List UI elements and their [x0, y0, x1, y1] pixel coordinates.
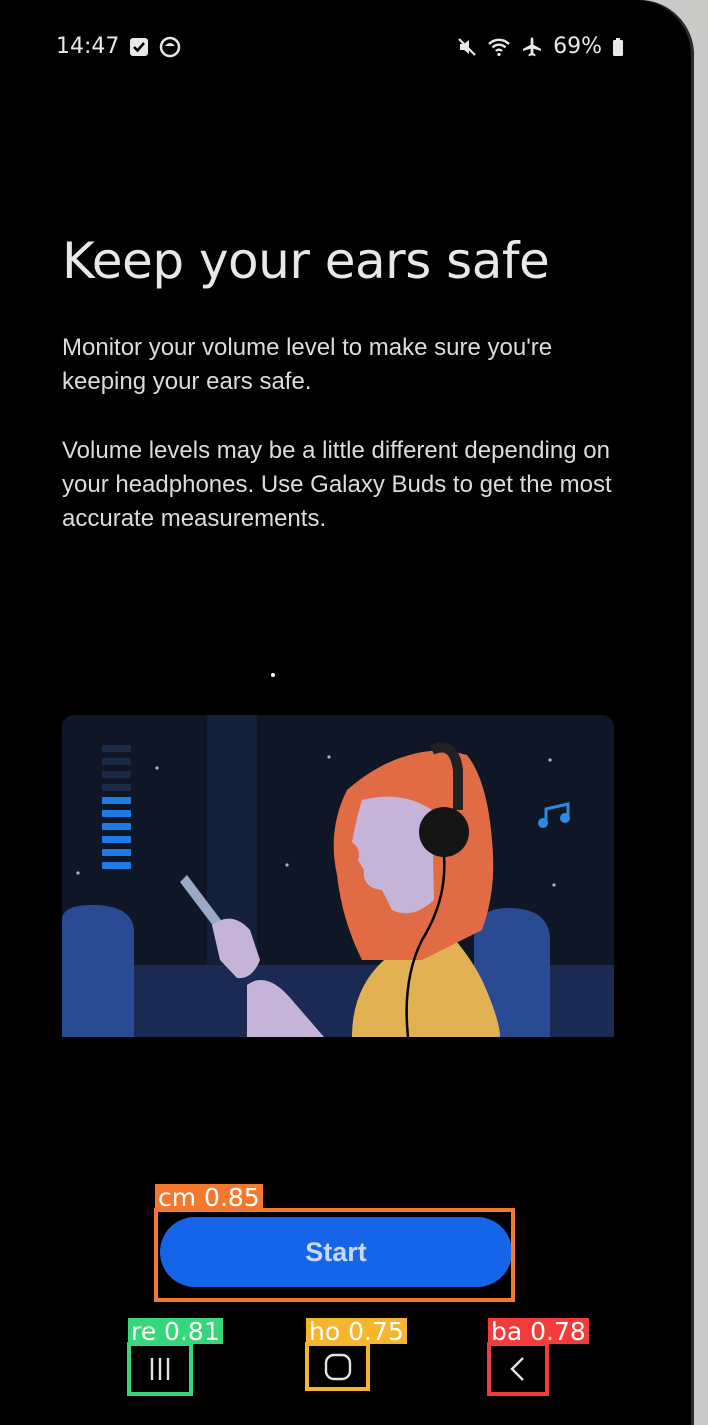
- listening-illustration: [62, 673, 614, 1038]
- star: [76, 871, 80, 875]
- airplane-icon: [521, 36, 543, 58]
- status-bar: 14:47 69%: [56, 34, 624, 64]
- star: [548, 758, 552, 762]
- description-paragraph-1: Monitor your volume level to make sure y…: [62, 334, 553, 395]
- wifi-icon: [487, 37, 511, 57]
- battery-icon: [612, 37, 624, 57]
- star: [552, 883, 556, 887]
- star: [155, 766, 159, 770]
- headphone-cup: [419, 807, 469, 857]
- battery-percentage: 69%: [553, 34, 602, 59]
- detection-label: cm 0.85: [155, 1184, 263, 1212]
- star: [327, 755, 331, 759]
- star: [285, 863, 289, 867]
- detection-box-back: ba 0.78: [487, 1318, 589, 1396]
- mute-icon: [457, 37, 477, 57]
- app-notification-icon: [159, 36, 181, 58]
- description-paragraph-2: Volume levels may be a little different …: [62, 437, 612, 532]
- detection-box-home: ho 0.75: [305, 1318, 407, 1391]
- phone-screen: 14:47 69% Keep your ears safe Monitor yo…: [0, 0, 694, 1425]
- detection-box-start-button: cm 0.85: [154, 1184, 515, 1302]
- detection-box-recents: re 0.81: [127, 1318, 223, 1396]
- detection-label: ho 0.75: [306, 1318, 407, 1346]
- checkbox-notification-icon: [129, 37, 149, 57]
- star: [271, 673, 275, 677]
- detection-label: ba 0.78: [488, 1318, 589, 1346]
- page-title: Keep your ears safe: [62, 232, 550, 290]
- detection-label: re 0.81: [128, 1318, 223, 1346]
- seat-left: [62, 905, 134, 1037]
- clock: 14:47: [56, 34, 120, 59]
